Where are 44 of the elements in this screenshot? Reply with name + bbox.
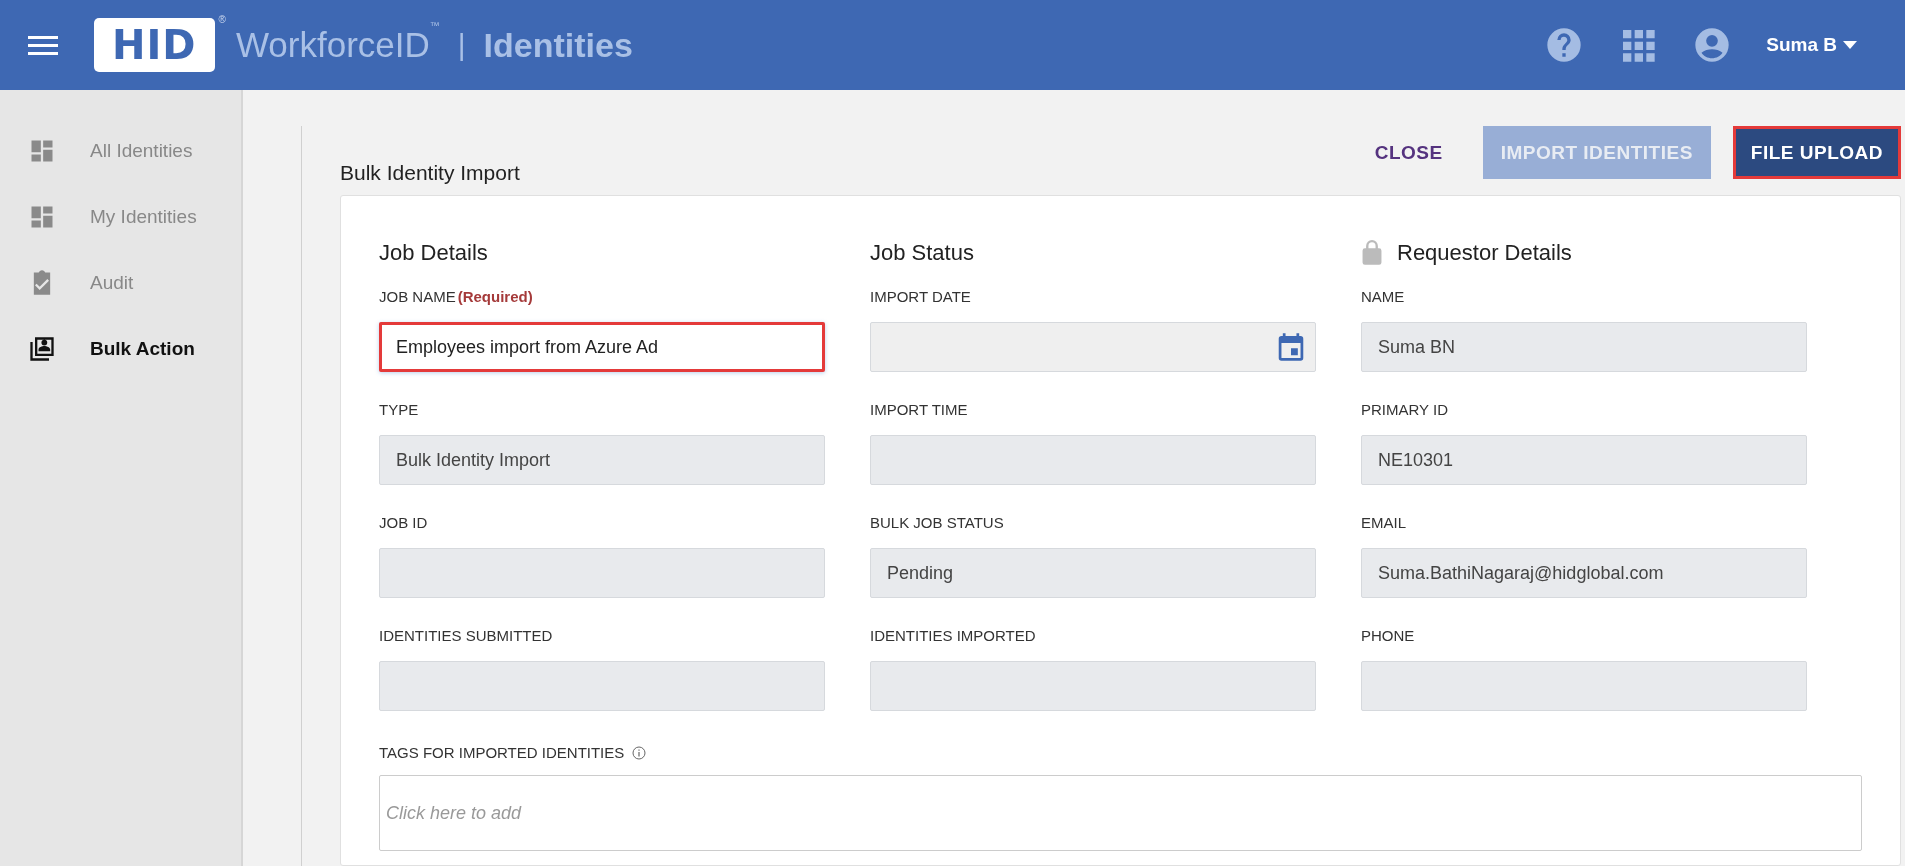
date-field[interactable] [870,322,1316,372]
field-label: JOB NAME [379,288,456,307]
required-note: (Required) [457,288,533,307]
user-menu[interactable]: Suma B [1766,34,1837,56]
product-name: WorkforceID [235,25,430,65]
field-label: IMPORT DATE [870,288,971,307]
id-badge-icon [28,335,56,363]
readonly-field: NE10301 [1361,435,1807,485]
menu-icon[interactable] [28,34,58,56]
sidebar-item[interactable]: Audit [0,252,241,314]
sidebar-item[interactable]: Bulk Action [0,318,241,380]
readonly-field: Bulk Identity Import [379,435,825,485]
field-label: IDENTITIES SUBMITTED [379,627,553,646]
action-button[interactable]: CLOSE [1356,126,1461,179]
field-label: TYPE [379,401,419,420]
column-heading: Job Status [870,240,974,266]
trademark-mark: ™ [429,20,440,31]
job-name-input[interactable]: Employees import from Azure Ad [379,322,825,372]
field-label: TAGS FOR IMPORTED IDENTITIES [379,744,625,761]
info-icon[interactable] [632,745,647,760]
readonly-field: Suma.BathiNagaraj@hidglobal.com [1361,548,1807,598]
field-label: EMAIL [1361,514,1406,533]
column-heading: Requestor Details [1397,240,1572,266]
sidebar-item[interactable]: My Identities [0,186,241,248]
brand-logo: HID [94,18,215,72]
tags-input[interactable]: Click here to add [379,775,1862,851]
title-separator: | [457,28,466,62]
field-label: PHONE [1361,627,1415,646]
page-title: Bulk Identity Import [340,161,521,185]
readonly-field: Suma BN [1361,322,1807,372]
section-title: Identities [483,25,633,65]
field-label: IMPORT TIME [870,401,968,420]
calendar-icon[interactable] [1277,332,1305,362]
field-label: NAME [1361,288,1405,307]
caret-icon[interactable] [1843,41,1857,49]
column-heading: Job Details [379,240,488,266]
field-label: IDENTITIES IMPORTED [870,627,1036,646]
readonly-field: Pending [870,548,1316,598]
sidebar-item[interactable]: All Identities [0,120,241,182]
action-button[interactable]: FILE UPLOAD [1732,126,1901,179]
field-label: BULK JOB STATUS [870,514,1004,533]
field-label: PRIMARY ID [1361,401,1448,420]
field-label: JOB ID [379,514,428,533]
registered-mark: ® [218,14,226,25]
